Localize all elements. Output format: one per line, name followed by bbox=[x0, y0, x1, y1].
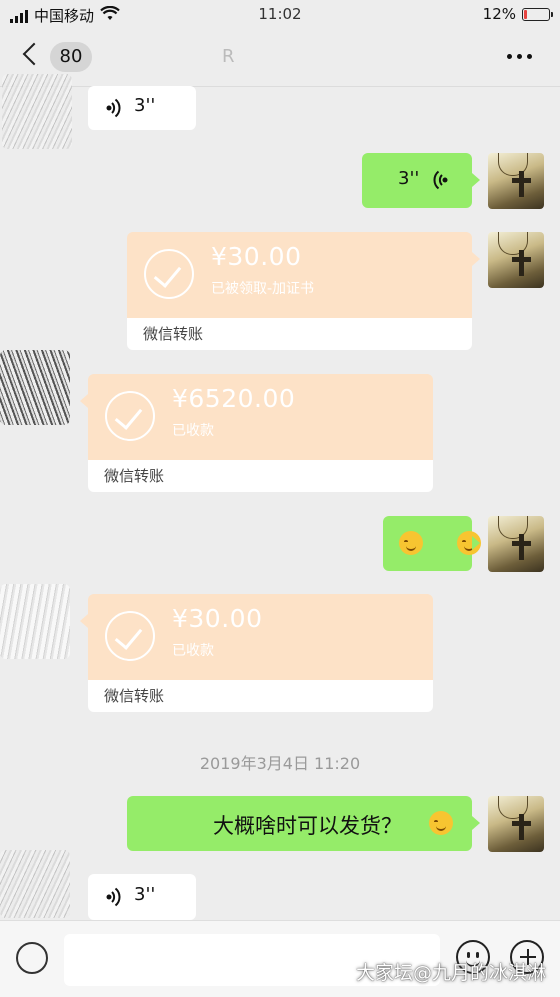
transfer-card-body: ¥6520.00 已收款 bbox=[88, 374, 433, 460]
voice-wave-icon bbox=[106, 97, 122, 123]
emoji-message-bubble[interactable] bbox=[383, 516, 482, 571]
voice-message-bubble[interactable]: 3'' bbox=[88, 874, 196, 920]
message-text: 大概啥时可以发货？ bbox=[213, 814, 402, 838]
smile-emoji-icon bbox=[429, 811, 453, 835]
transfer-card-body: ¥30.00 已收款 bbox=[88, 594, 433, 680]
battery-icon bbox=[522, 7, 553, 21]
transfer-card[interactable]: ¥30.00 已收款 微信转账 bbox=[88, 594, 433, 712]
voice-wave-icon bbox=[106, 886, 122, 912]
my-avatar[interactable] bbox=[488, 516, 544, 572]
smile-emoji-icon bbox=[399, 531, 423, 555]
battery-level bbox=[524, 9, 527, 19]
voice-duration: 3'' bbox=[134, 95, 156, 116]
chat-title: R bbox=[222, 46, 235, 67]
voice-duration: 3'' bbox=[134, 884, 156, 905]
voice-duration: 3'' bbox=[398, 168, 420, 189]
bubble-tail bbox=[80, 614, 88, 628]
transfer-card-body: ¥30.00 已被领取-加证书 bbox=[127, 232, 472, 318]
contact-avatar[interactable] bbox=[0, 350, 70, 425]
transfer-amount: ¥30.00 bbox=[172, 604, 263, 633]
status-bar-right: 12% bbox=[482, 5, 553, 23]
watermark: 大家坛@九月的冰淇淋 bbox=[355, 962, 546, 984]
voice-wave-icon bbox=[432, 169, 448, 195]
contact-avatar[interactable] bbox=[0, 850, 70, 918]
transfer-status: 已收款 bbox=[172, 423, 214, 439]
text-message-bubble[interactable]: 大概啥时可以发货？ bbox=[127, 796, 480, 851]
transfer-amount: ¥30.00 bbox=[211, 242, 302, 271]
bubble-tail bbox=[472, 252, 480, 266]
transfer-status: 已收款 bbox=[172, 643, 214, 659]
voice-mode-icon[interactable] bbox=[16, 942, 48, 974]
check-circle-icon bbox=[144, 249, 194, 299]
contact-avatar[interactable] bbox=[0, 584, 70, 659]
check-circle-icon bbox=[105, 391, 155, 441]
message-timestamp: 2019年3月4日 11:20 bbox=[199, 754, 361, 773]
transfer-status: 已被领取-加证书 bbox=[211, 281, 315, 297]
transfer-footer: 微信转账 bbox=[127, 318, 472, 350]
voice-message-bubble[interactable]: 3'' bbox=[362, 153, 480, 208]
voice-message-bubble[interactable]: 3'' bbox=[88, 86, 196, 130]
check-circle-icon bbox=[105, 611, 155, 661]
contact-avatar[interactable] bbox=[2, 74, 72, 149]
battery-percent: 12% bbox=[482, 5, 516, 23]
transfer-card[interactable]: ¥30.00 已被领取-加证书 微信转账 bbox=[127, 232, 472, 350]
transfer-amount: ¥6520.00 bbox=[172, 384, 296, 413]
transfer-footer: 微信转账 bbox=[88, 680, 433, 712]
bubble-tail bbox=[80, 394, 88, 408]
transfer-footer: 微信转账 bbox=[88, 460, 433, 492]
my-avatar[interactable] bbox=[488, 153, 544, 209]
more-dots-icon[interactable] bbox=[507, 54, 532, 59]
transfer-card[interactable]: ¥6520.00 已收款 微信转账 bbox=[88, 374, 433, 492]
unread-count-badge[interactable]: 80 bbox=[50, 42, 92, 72]
status-time: 11:02 bbox=[258, 5, 302, 23]
my-avatar[interactable] bbox=[488, 232, 544, 288]
my-avatar[interactable] bbox=[488, 796, 544, 852]
